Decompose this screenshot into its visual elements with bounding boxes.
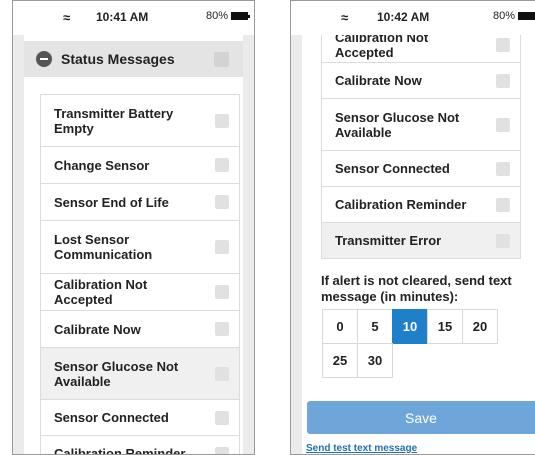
minutes-selector: 0 5 10 15 20 — [322, 309, 498, 344]
list-item-label: Calibrate Now — [54, 321, 141, 337]
minute-option-10-selected[interactable]: 10 — [392, 309, 428, 344]
status-bar: ≈ 10:41 AM 80% — [13, 1, 254, 35]
item-checkbox[interactable] — [496, 233, 510, 248]
side-gutter — [291, 35, 302, 454]
minute-option-5[interactable]: 5 — [357, 309, 393, 344]
list-item[interactable]: Calibration Not Accepted — [41, 274, 239, 311]
status-time: 10:41 AM — [96, 10, 149, 24]
alert-prompt: If alert is not cleared, send text messa… — [321, 273, 512, 304]
wifi-icon: ≈ — [63, 10, 71, 25]
item-checkbox[interactable] — [215, 446, 229, 454]
list-item-label: Sensor Connected — [335, 161, 450, 176]
list-item[interactable]: Sensor Connected — [322, 151, 520, 187]
list-item[interactable]: Sensor End of Life — [41, 184, 239, 221]
status-message-list: Transmitter Battery Empty Change Sensor … — [40, 94, 240, 455]
battery-indicator: 80% — [493, 10, 535, 22]
status-time: 10:42 AM — [377, 10, 430, 24]
item-checkbox[interactable] — [215, 322, 229, 336]
list-item-label: Transmitter Error — [335, 233, 442, 248]
section-title: Status Messages — [61, 51, 175, 67]
list-item[interactable]: Calibrate Now — [41, 311, 239, 348]
battery-icon — [231, 12, 250, 20]
item-checkbox[interactable] — [496, 73, 510, 88]
minute-option-20[interactable]: 20 — [462, 309, 498, 344]
list-item-label: Sensor Glucose Not Available — [54, 358, 179, 389]
list-item-label: Sensor End of Life — [54, 194, 169, 210]
status-messages-header[interactable]: Status Messages — [24, 41, 243, 77]
battery-percent: 80% — [492, 10, 515, 22]
phone-screen-right: Calibration Not Accepted Calibrate Now S… — [290, 0, 535, 455]
minute-option-0[interactable]: 0 — [322, 309, 358, 344]
item-checkbox[interactable] — [496, 117, 510, 132]
list-item-label: Calibration Reminder — [335, 197, 467, 212]
item-checkbox[interactable] — [215, 113, 229, 128]
minute-option-30[interactable]: 30 — [357, 343, 393, 378]
list-item-label: Calibration Reminder — [54, 446, 186, 455]
battery-icon — [518, 12, 535, 20]
item-checkbox[interactable] — [215, 158, 229, 172]
send-test-message-link[interactable]: Send test text message — [306, 443, 417, 454]
list-item-label: Transmitter Battery Empty — [54, 105, 174, 136]
list-item[interactable]: Calibrate Now — [322, 63, 520, 99]
section-checkbox[interactable] — [214, 52, 229, 67]
item-checkbox[interactable] — [215, 240, 229, 254]
list-item[interactable]: Sensor Connected — [41, 400, 239, 436]
battery-indicator: 80% — [205, 10, 250, 22]
minus-circle-icon[interactable] — [36, 51, 52, 67]
list-item[interactable]: Transmitter Error — [322, 223, 520, 259]
list-item[interactable]: Transmitter Battery Empty — [41, 95, 239, 147]
list-item[interactable]: Sensor Glucose Not Available — [41, 348, 239, 400]
status-message-list: Calibration Not Accepted Calibrate Now S… — [321, 27, 521, 259]
side-gutter — [13, 35, 24, 454]
list-item-label: Lost Sensor Communication — [54, 232, 153, 262]
list-item[interactable]: Calibration Reminder — [322, 187, 520, 223]
list-item[interactable]: Sensor Glucose Not Available — [322, 99, 520, 151]
list-item[interactable]: Calibration Reminder — [41, 436, 239, 455]
item-checkbox[interactable] — [215, 410, 229, 425]
list-item-label: Calibration Not Accepted — [54, 277, 148, 307]
list-item[interactable]: Lost Sensor Communication — [41, 221, 239, 274]
list-item-label: Change Sensor — [54, 157, 150, 173]
item-checkbox[interactable] — [215, 195, 229, 209]
list-item[interactable]: Change Sensor — [41, 147, 239, 184]
item-checkbox[interactable] — [496, 37, 510, 52]
battery-percent: 80% — [205, 10, 228, 22]
side-gutter — [243, 35, 254, 454]
list-item-label: Calibrate Now — [335, 73, 422, 88]
minute-option-25[interactable]: 25 — [322, 343, 358, 378]
phone-screen-left: ≈ 10:41 AM 80% Status Messages Transmitt… — [12, 0, 255, 455]
status-bar: ≈ 10:42 AM 80% — [291, 1, 535, 35]
wifi-icon: ≈ — [341, 10, 349, 25]
item-checkbox[interactable] — [496, 197, 510, 212]
minute-option-15[interactable]: 15 — [427, 309, 463, 344]
item-checkbox[interactable] — [215, 285, 229, 299]
list-item-label: Sensor Connected — [54, 410, 169, 425]
save-button[interactable]: Save — [307, 401, 535, 434]
item-checkbox[interactable] — [496, 161, 510, 176]
item-checkbox[interactable] — [215, 366, 229, 381]
list-item-label: Sensor Glucose Not Available — [335, 109, 460, 140]
minutes-selector-row2: 25 30 — [322, 343, 393, 378]
